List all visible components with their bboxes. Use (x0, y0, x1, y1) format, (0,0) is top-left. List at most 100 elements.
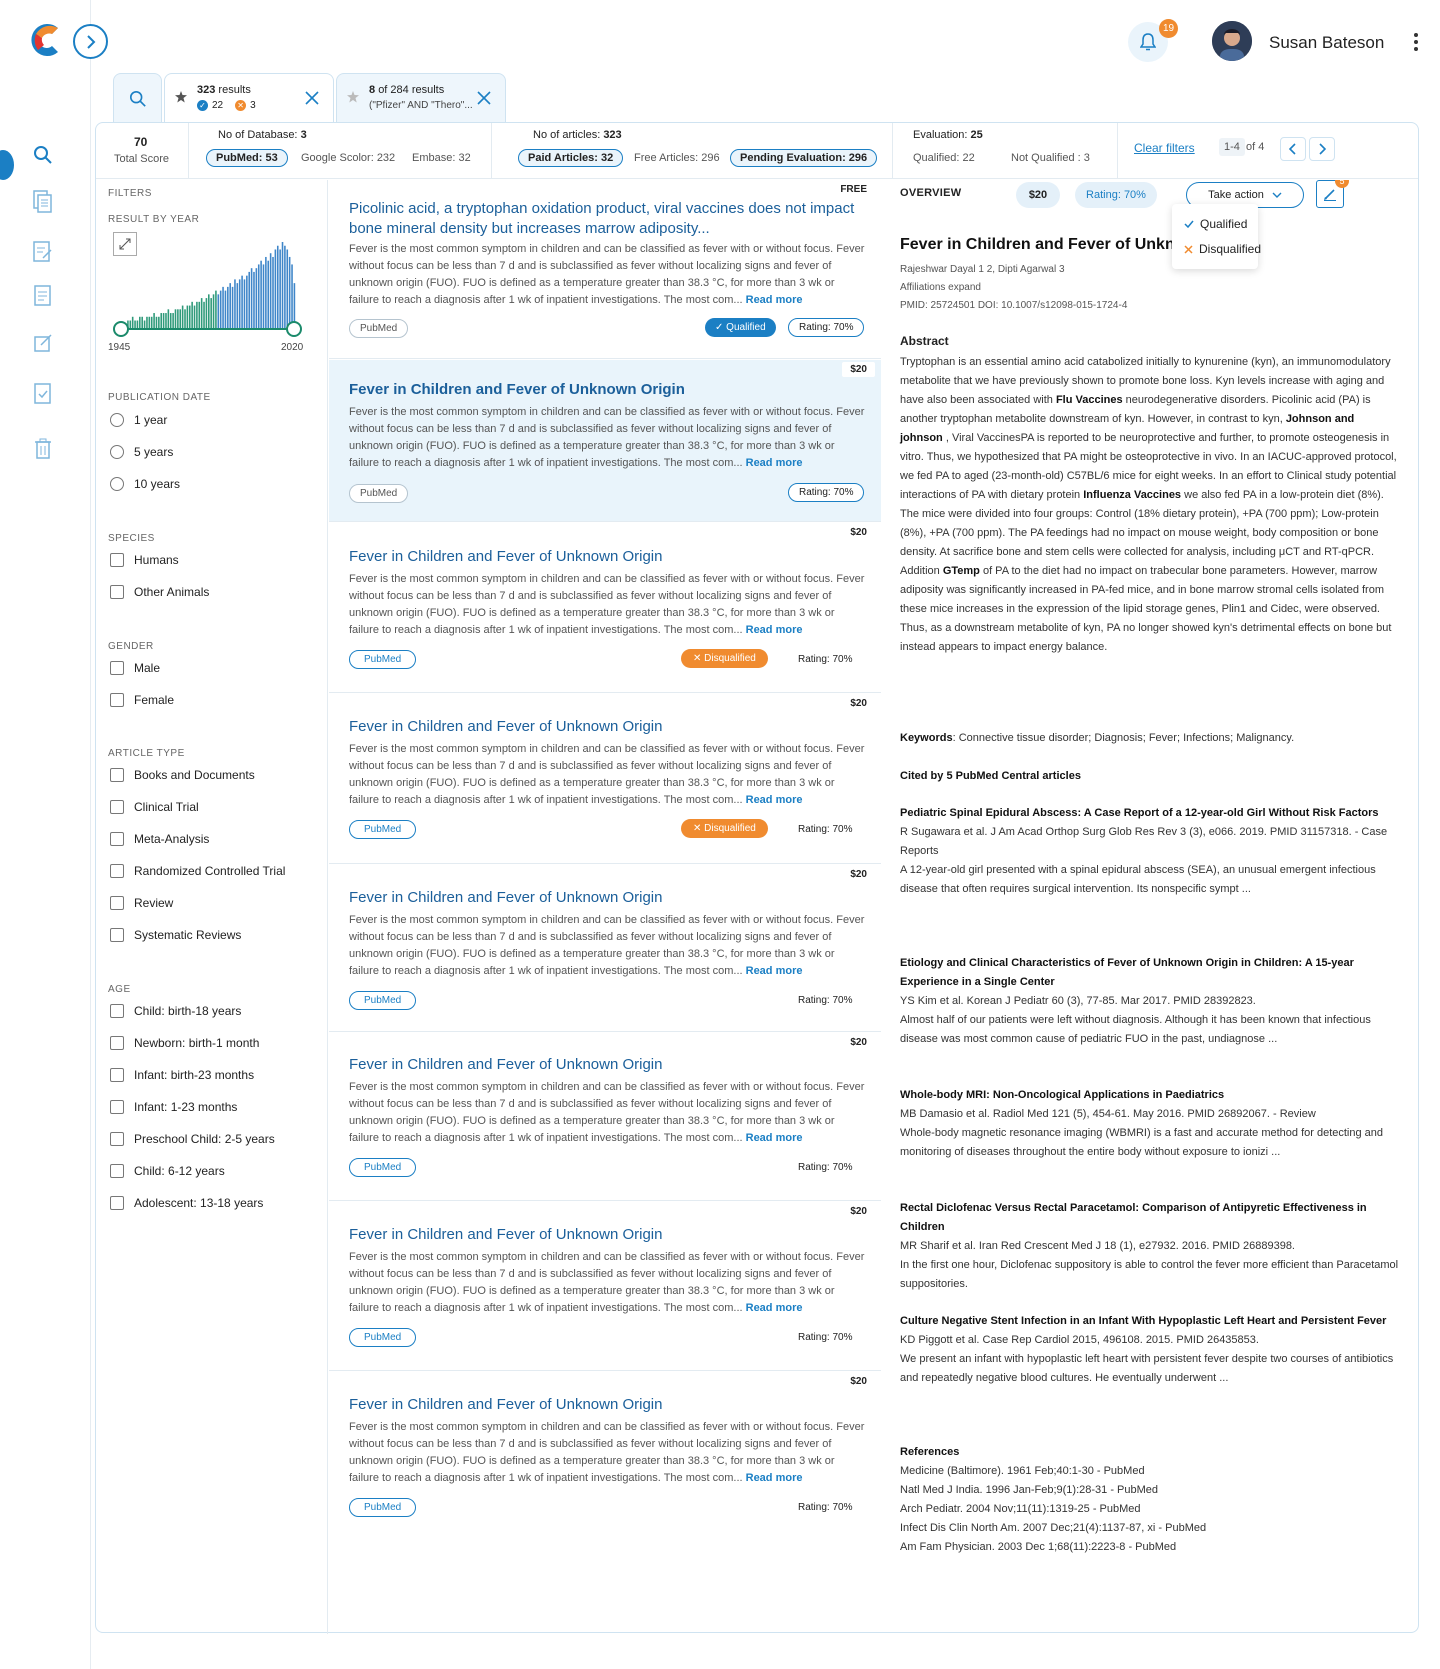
pub-date-10-years[interactable]: 10 years (110, 477, 180, 491)
filter-qualified[interactable]: Qualified: 22 (913, 152, 975, 164)
pub-date-5-years[interactable]: 5 years (110, 445, 173, 459)
result-card[interactable]: $20 Fever in Children and Fever of Unkno… (329, 360, 881, 522)
result-card[interactable]: $20 Fever in Children and Fever of Unkno… (329, 1033, 881, 1201)
tab-search[interactable] (113, 73, 162, 123)
article-authors[interactable]: Rajeshwar Dayal 1 2, Dipti Agarwal 3 (900, 264, 1065, 275)
menu-item-disqualified[interactable]: Disqualified (1184, 242, 1261, 256)
article-type-books[interactable]: Books and Documents (110, 768, 255, 782)
year-range-end-handle[interactable] (286, 321, 302, 337)
reference-item[interactable]: Infect Dis Clin North Am. 2007 Dec;21(4)… (900, 1519, 1400, 1538)
filter-pending-evaluation[interactable]: Pending Evaluation: 296 (730, 149, 878, 167)
read-more-link[interactable]: Read more (746, 1302, 803, 1314)
result-title[interactable]: Picolinic acid, a tryptophan oxidation p… (349, 199, 859, 239)
disqualified-badge[interactable]: ✕ Disqualified (681, 819, 768, 838)
result-title[interactable]: Fever in Children and Fever of Unknown O… (349, 380, 859, 400)
article-type-review[interactable]: Review (110, 896, 173, 910)
result-card[interactable]: $20 Fever in Children and Fever of Unkno… (329, 523, 881, 693)
user-name[interactable]: Susan Bateson (1269, 33, 1384, 53)
prev-page-button[interactable] (1280, 137, 1306, 161)
result-card[interactable]: FREE Picolinic acid, a tryptophan oxidat… (329, 180, 881, 359)
tab-saved-search-2[interactable]: 8 of 284 results ("Pfizer" AND "Thero"..… (336, 73, 506, 123)
species-humans[interactable]: Humans (110, 553, 179, 567)
star-icon[interactable] (347, 91, 359, 103)
result-card[interactable]: $20 Fever in Children and Fever of Unkno… (329, 694, 881, 864)
article-type-systematic-reviews[interactable]: Systematic Reviews (110, 928, 241, 942)
cited-article[interactable]: Rectal Diclofenac Versus Rectal Paraceta… (900, 1199, 1400, 1294)
edit-document-icon[interactable] (32, 240, 54, 264)
documents-icon[interactable] (32, 190, 54, 214)
avatar[interactable] (1212, 21, 1252, 61)
age-child[interactable]: Child: birth-18 years (110, 1004, 241, 1018)
result-title[interactable]: Fever in Children and Fever of Unknown O… (349, 1395, 859, 1415)
histogram-bar (146, 316, 148, 328)
cited-article[interactable]: Pediatric Spinal Epidural Abscess: A Cas… (900, 804, 1400, 899)
age-infant-birth-23m[interactable]: Infant: birth-23 months (110, 1068, 254, 1082)
next-page-button[interactable] (1309, 137, 1335, 161)
filter-google-scholar[interactable]: Google Scolor: 232 (301, 152, 395, 164)
read-more-link[interactable]: Read more (746, 794, 803, 806)
species-other-animals[interactable]: Other Animals (110, 585, 209, 599)
star-icon[interactable] (175, 91, 187, 103)
affiliations-toggle[interactable]: Affiliations expand (900, 282, 981, 293)
filter-free-articles[interactable]: Free Articles: 296 (634, 152, 720, 164)
read-more-link[interactable]: Read more (746, 1132, 803, 1144)
disqualified-badge[interactable]: ✕ Disqualified (681, 649, 768, 668)
year-range-start-label: 1945 (108, 342, 131, 353)
document-icon[interactable] (32, 284, 54, 308)
qualified-badge[interactable]: ✓ Qualified (705, 318, 776, 337)
year-range-end-label: 2020 (281, 342, 304, 353)
result-card[interactable]: $20 Fever in Children and Fever of Unkno… (329, 865, 881, 1032)
result-title[interactable]: Fever in Children and Fever of Unknown O… (349, 888, 859, 908)
result-abstract: Fever is the most common symptom in chil… (349, 914, 865, 977)
trash-icon[interactable] (32, 437, 54, 461)
gender-male[interactable]: Male (110, 661, 160, 675)
read-more-link[interactable]: Read more (746, 624, 803, 636)
read-more-link[interactable]: Read more (746, 457, 803, 469)
filter-not-qualified[interactable]: Not Qualified : 3 (1011, 152, 1090, 164)
article-type-meta-analysis[interactable]: Meta-Analysis (110, 832, 209, 846)
close-icon[interactable] (477, 91, 491, 105)
result-card[interactable]: $20 Fever in Children and Fever of Unkno… (329, 1202, 881, 1371)
article-type-rct[interactable]: Randomized Controlled Trial (110, 864, 285, 878)
read-more-link[interactable]: Read more (746, 294, 803, 306)
result-title[interactable]: Fever in Children and Fever of Unknown O… (349, 1225, 859, 1245)
year-range-start-handle[interactable] (113, 321, 129, 337)
result-title[interactable]: Fever in Children and Fever of Unknown O… (349, 717, 859, 737)
histogram-bar (246, 275, 248, 328)
cited-article[interactable]: Culture Negative Stent Infection in an I… (900, 1312, 1400, 1388)
more-menu-icon[interactable] (1414, 33, 1418, 54)
age-adolescent[interactable]: Adolescent: 13-18 years (110, 1196, 263, 1210)
filter-pubmed[interactable]: PubMed: 53 (206, 149, 288, 167)
clear-filters-link[interactable]: Clear filters (1134, 141, 1195, 155)
tab-saved-search-1[interactable]: 323 results ✓ 22 ✕ 3 (164, 73, 334, 123)
reference-item[interactable]: Am Fam Physician. 2003 Dec 1;68(11):2223… (900, 1538, 1400, 1557)
age-preschool[interactable]: Preschool Child: 2-5 years (110, 1132, 275, 1146)
read-more-link[interactable]: Read more (746, 965, 803, 977)
reference-item[interactable]: Natl Med J India. 1996 Jan-Feb;9(1):28-3… (900, 1481, 1400, 1500)
menu-item-qualified[interactable]: Qualified (1184, 217, 1247, 231)
age-infant-1-23m[interactable]: Infant: 1-23 months (110, 1100, 237, 1114)
compose-icon[interactable] (32, 331, 54, 355)
result-title[interactable]: Fever in Children and Fever of Unknown O… (349, 1055, 859, 1075)
price-tag: $20 (842, 362, 875, 377)
cited-article[interactable]: Whole-body MRI: Non-Oncological Applicat… (900, 1086, 1400, 1162)
read-more-link[interactable]: Read more (746, 1472, 803, 1484)
result-card[interactable]: $20 Fever in Children and Fever of Unkno… (329, 1372, 881, 1542)
expand-sidebar-button[interactable] (73, 24, 108, 59)
close-icon[interactable] (305, 91, 319, 105)
article-ids: PMID: 25724501 DOI: 10.1007/s12098-015-1… (900, 300, 1128, 311)
result-title[interactable]: Fever in Children and Fever of Unknown O… (349, 547, 859, 567)
reference-item[interactable]: Arch Pediatr. 2004 Nov;11(11):1319-25 - … (900, 1500, 1400, 1519)
reference-item[interactable]: Medicine (Baltimore). 1961 Feb;40:1-30 -… (900, 1462, 1400, 1481)
gender-female[interactable]: Female (110, 693, 174, 707)
age-child-6-12[interactable]: Child: 6-12 years (110, 1164, 225, 1178)
search-icon[interactable] (32, 143, 54, 167)
pub-date-1-year[interactable]: 1 year (110, 413, 167, 427)
age-newborn[interactable]: Newborn: birth-1 month (110, 1036, 259, 1050)
checked-document-icon[interactable] (32, 382, 54, 406)
filter-paid-articles[interactable]: Paid Articles: 32 (518, 149, 624, 167)
filter-embase[interactable]: Embase: 32 (412, 152, 471, 164)
results-list: FREE Picolinic acid, a tryptophan oxidat… (329, 180, 881, 1634)
article-type-clinical-trial[interactable]: Clinical Trial (110, 800, 199, 814)
cited-article[interactable]: Etiology and Clinical Characteristics of… (900, 954, 1400, 1049)
